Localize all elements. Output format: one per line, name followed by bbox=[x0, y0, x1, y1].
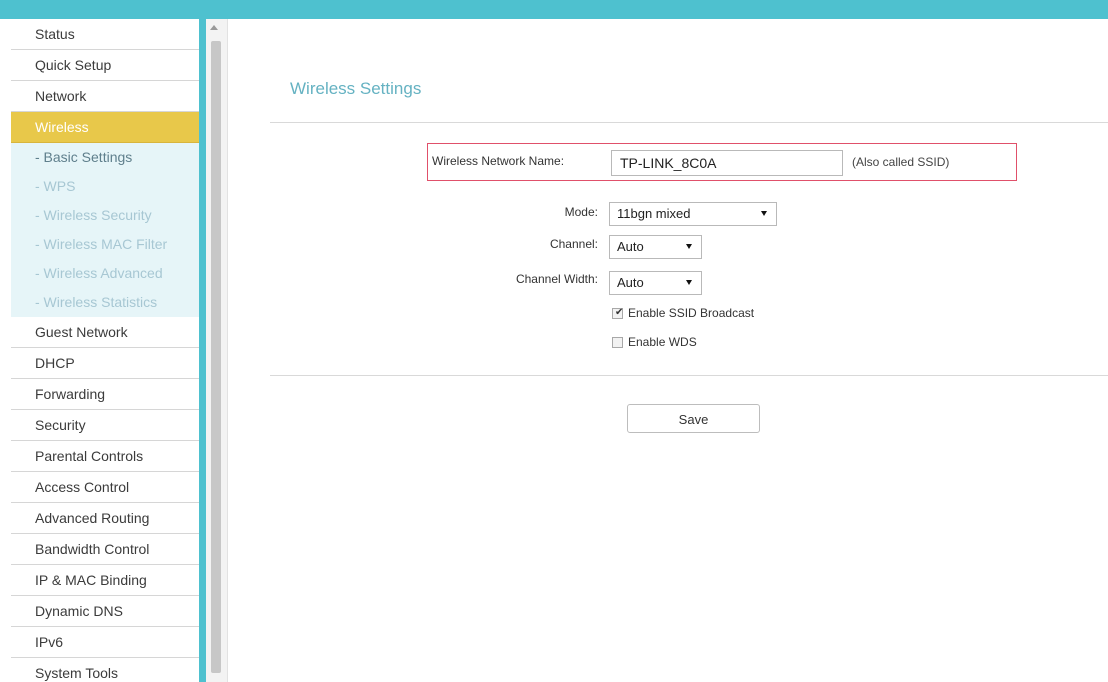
submenu-item-wireless-mac-filter[interactable]: - Wireless MAC Filter bbox=[11, 230, 199, 259]
ssid-label: Wireless Network Name: bbox=[432, 154, 565, 168]
sidebar-scrollbar[interactable] bbox=[206, 19, 228, 682]
ssid-broadcast-option[interactable]: ✔ Enable SSID Broadcast bbox=[612, 306, 754, 320]
page-title: Wireless Settings bbox=[290, 79, 422, 98]
wds-checkbox[interactable] bbox=[612, 336, 623, 348]
mode-select-value: 11bgn mixed bbox=[617, 206, 691, 221]
sidebar-item-system-tools[interactable]: System Tools bbox=[11, 658, 199, 682]
channel-label: Channel: bbox=[549, 237, 598, 251]
sidebar-item-parental-controls[interactable]: Parental Controls bbox=[11, 441, 199, 472]
ssid-broadcast-label: Enable SSID Broadcast bbox=[628, 306, 755, 320]
wds-option[interactable]: Enable WDS bbox=[612, 335, 697, 349]
main-content: Wireless Settings Wireless Network Name:… bbox=[228, 19, 1108, 682]
checkmark-icon: ✔ bbox=[615, 306, 624, 318]
ssid-highlight-box: Wireless Network Name: (Also called SSID… bbox=[427, 143, 1017, 181]
chevron-down-icon bbox=[686, 280, 692, 285]
submenu-item-wireless-statistics[interactable]: - Wireless Statistics bbox=[11, 288, 199, 317]
channel-select[interactable]: Auto bbox=[609, 235, 702, 259]
submenu-item-wps[interactable]: - WPS bbox=[11, 172, 199, 201]
divider bbox=[270, 122, 1108, 123]
sidebar-item-guest-network[interactable]: Guest Network bbox=[11, 317, 199, 348]
channel-width-label: Channel Width: bbox=[515, 272, 598, 286]
ssid-broadcast-checkbox[interactable]: ✔ bbox=[612, 306, 624, 319]
sidebar-item-dhcp[interactable]: DHCP bbox=[11, 348, 199, 379]
top-banner bbox=[0, 0, 1108, 19]
mode-label: Mode: bbox=[564, 205, 598, 219]
wireless-submenu: - Basic Settings - WPS - Wireless Securi… bbox=[11, 143, 199, 317]
ssid-note: (Also called SSID) bbox=[852, 155, 950, 169]
submenu-item-wireless-advanced[interactable]: - Wireless Advanced bbox=[11, 259, 199, 288]
channel-width-select[interactable]: Auto bbox=[609, 271, 702, 295]
sidebar-item-status[interactable]: Status bbox=[11, 19, 199, 50]
sidebar-item-forwarding[interactable]: Forwarding bbox=[11, 379, 199, 410]
submenu-item-basic-settings[interactable]: - Basic Settings bbox=[11, 143, 199, 172]
sidebar-item-ip-mac-binding[interactable]: IP & MAC Binding bbox=[11, 565, 199, 596]
wds-label: Enable WDS bbox=[628, 335, 697, 349]
channel-select-value: Auto bbox=[617, 239, 644, 254]
chevron-down-icon bbox=[686, 244, 692, 249]
sidebar-item-ipv6[interactable]: IPv6 bbox=[11, 627, 199, 658]
mode-select[interactable]: 11bgn mixed bbox=[609, 202, 777, 226]
sidebar-item-advanced-routing[interactable]: Advanced Routing bbox=[11, 503, 199, 534]
sidebar-item-dynamic-dns[interactable]: Dynamic DNS bbox=[11, 596, 199, 627]
sidebar-item-access-control[interactable]: Access Control bbox=[11, 472, 199, 503]
scrollbar-thumb[interactable] bbox=[211, 41, 221, 673]
sidebar-menu: Status Quick Setup Network Wireless - Ba… bbox=[11, 19, 199, 682]
divider bbox=[270, 375, 1108, 376]
chevron-down-icon bbox=[761, 211, 767, 216]
sidebar-item-security[interactable]: Security bbox=[11, 410, 199, 441]
sidebar-divider bbox=[199, 19, 206, 682]
scroll-up-arrow-icon[interactable] bbox=[210, 25, 218, 30]
sidebar-item-wireless[interactable]: Wireless bbox=[11, 112, 199, 143]
sidebar-item-quick-setup[interactable]: Quick Setup bbox=[11, 50, 199, 81]
channel-width-select-value: Auto bbox=[617, 275, 644, 290]
submenu-item-wireless-security[interactable]: - Wireless Security bbox=[11, 201, 199, 230]
save-button[interactable]: Save bbox=[627, 404, 760, 433]
sidebar-item-network[interactable]: Network bbox=[11, 81, 199, 112]
ssid-input[interactable] bbox=[611, 150, 843, 176]
sidebar-item-bandwidth-control[interactable]: Bandwidth Control bbox=[11, 534, 199, 565]
